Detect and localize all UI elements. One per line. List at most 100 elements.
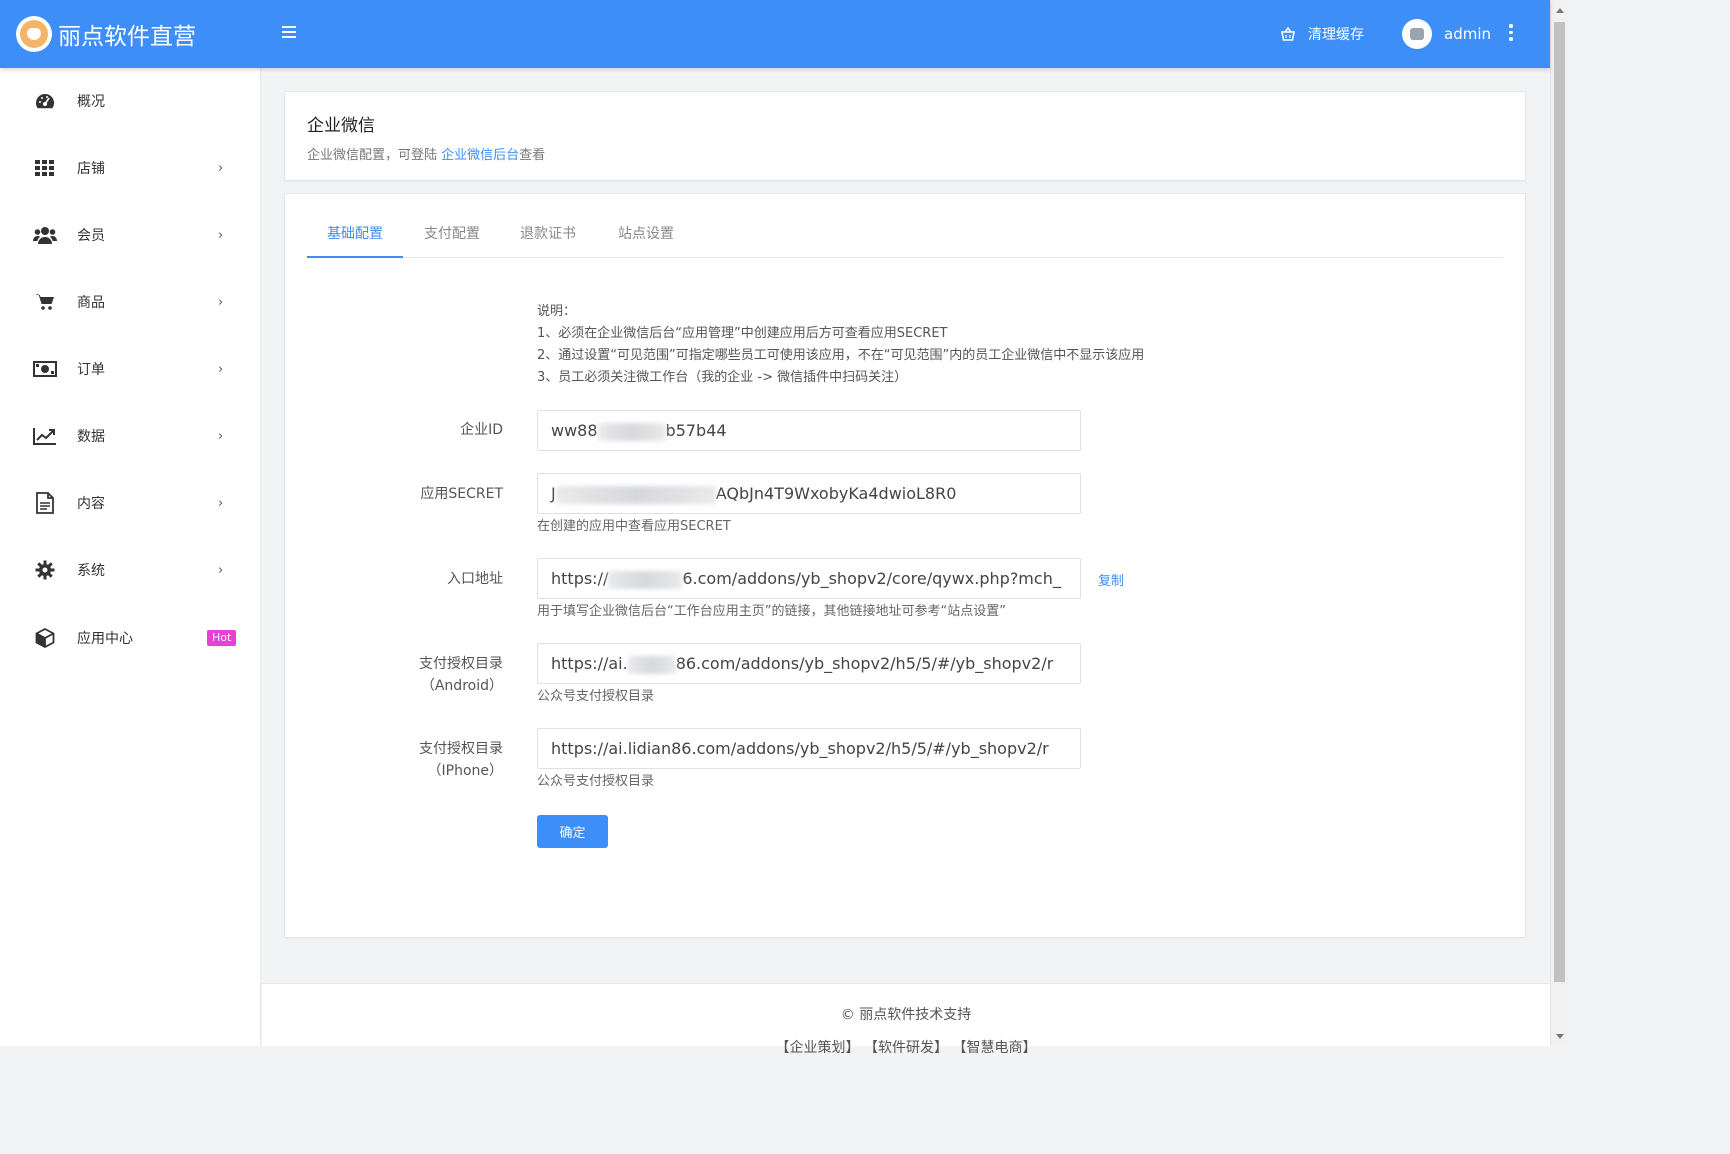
top-header: 丽点软件直营 清理缓存 admin <box>0 0 1550 68</box>
tab-payment-config[interactable]: 支付配置 <box>409 216 495 258</box>
chevron-right-icon: › <box>218 160 224 176</box>
instructions: 说明： 1、必须在企业微信后台“应用管理”中创建应用后方可查看应用SECRET … <box>537 301 1144 389</box>
sidebar-item-members[interactable]: 会员 › <box>0 215 261 255</box>
corp-id-value-start: ww88 <box>551 421 598 440</box>
cart-icon <box>33 290 57 314</box>
scroll-down-arrow-icon[interactable] <box>1556 1034 1564 1039</box>
sidebar-item-label: 数据 <box>77 429 105 445</box>
footer-copyright: © 丽点软件技术支持 <box>840 1007 972 1023</box>
config-card: 基础配置 支付配置 退款证书 站点设置 说明： 1、必须在企业微信后台“应用管理… <box>284 193 1526 938</box>
gear-icon <box>33 558 57 582</box>
pay-dir-android-field[interactable]: https://ai. 86.com/addons/yb_shopv2/h5/5/… <box>537 643 1081 684</box>
sidebar-item-overview[interactable]: 概况 <box>0 81 261 121</box>
chevron-right-icon: › <box>218 294 224 310</box>
logo-text: 丽点软件直营 <box>58 24 196 50</box>
chevron-right-icon: › <box>218 227 224 243</box>
instructions-line: 2、通过设置“可见范围”可指定哪些员工可使用该应用，不在“可见范围”内的员工企业… <box>537 348 1145 363</box>
redacted-blur <box>627 655 676 674</box>
instructions-line: 1、必须在企业微信后台“应用管理”中创建应用后方可查看应用SECRET <box>537 326 948 341</box>
sidebar-item-label: 概况 <box>77 94 105 110</box>
corp-id-field[interactable]: ww88 b57b44 <box>537 410 1081 451</box>
clear-cache-label: 清理缓存 <box>1308 27 1364 43</box>
sidebar-item-content[interactable]: 内容 › <box>0 483 261 523</box>
logo[interactable]: 丽点软件直营 <box>0 0 260 68</box>
sidebar-item-label: 商品 <box>77 295 105 311</box>
chevron-right-icon: › <box>218 361 224 377</box>
sidebar-item-label: 店铺 <box>77 161 105 177</box>
basket-icon <box>1281 27 1295 41</box>
sidebar-item-label: 订单 <box>77 362 105 378</box>
pay-dir-android-value-end: 86.com/addons/yb_shopv2/h5/5/#/yb_shopv2… <box>675 654 1054 673</box>
sidebar-item-data[interactable]: 数据 › <box>0 416 261 456</box>
hot-badge: Hot <box>207 630 237 646</box>
line-chart-icon <box>33 424 57 448</box>
redacted-blur <box>597 422 666 441</box>
sidebar-item-products[interactable]: 商品 › <box>0 282 261 322</box>
pay-dir-iphone-label-line2: （IPhone） <box>427 763 504 779</box>
sidebar-item-orders[interactable]: 订单 › <box>0 349 261 389</box>
pay-dir-android-label: 支付授权目录 （Android） <box>285 653 503 697</box>
avatar <box>1402 19 1432 49</box>
more-vertical-icon[interactable] <box>1508 24 1514 44</box>
entry-url-value-end: 6.com/addons/yb_shopv2/core/qywx.php?mch… <box>682 569 1061 588</box>
dashboard-icon <box>33 89 57 113</box>
entry-url-help: 用于填写企业微信后台“工作台应用主页”的链接，其他链接地址可参考“站点设置” <box>537 604 1006 619</box>
chevron-right-icon: › <box>218 495 224 511</box>
document-icon <box>33 491 57 515</box>
tab-site-settings[interactable]: 站点设置 <box>603 216 689 258</box>
tab-refund-certificate[interactable]: 退款证书 <box>505 216 591 258</box>
page-description-prefix: 企业微信配置，可登陆 <box>307 148 442 163</box>
corp-id-value-end: b57b44 <box>665 421 727 440</box>
scroll-up-arrow-icon[interactable] <box>1556 8 1564 13</box>
sidebar-item-label: 会员 <box>77 228 105 244</box>
tab-basic-config[interactable]: 基础配置 <box>307 216 403 258</box>
username: admin <box>1444 25 1491 43</box>
page-header-card: 企业微信 企业微信配置，可登陆 企业微信后台查看 <box>284 91 1526 181</box>
entry-url-value-start: https:// <box>551 569 609 588</box>
pay-dir-android-value-start: https://ai. <box>551 654 628 673</box>
money-icon <box>33 357 57 381</box>
sidebar-item-label: 应用中心 <box>77 631 133 647</box>
sidebar-item-app-center[interactable]: 应用中心 Hot <box>0 618 261 658</box>
user-menu[interactable]: admin <box>1402 0 1491 68</box>
pay-dir-android-help: 公众号支付授权目录 <box>537 689 655 704</box>
tab-bar: 基础配置 支付配置 退款证书 站点设置 <box>307 216 1503 258</box>
wework-admin-link[interactable]: 企业微信后台 <box>441 148 519 163</box>
sidebar-item-store[interactable]: 店铺 › <box>0 148 261 188</box>
entry-url-label: 入口地址 <box>447 571 503 587</box>
sidebar-item-system[interactable]: 系统 › <box>0 550 261 590</box>
pay-dir-android-label-line1: 支付授权目录 <box>419 656 503 672</box>
pay-dir-iphone-label: 支付授权目录 （IPhone） <box>285 738 503 782</box>
pay-dir-iphone-field[interactable]: https://ai.lidian86.com/addons/yb_shopv2… <box>537 728 1081 769</box>
corp-id-label: 企业ID <box>460 422 503 438</box>
redacted-blur <box>608 570 683 589</box>
instructions-line: 说明： <box>537 304 577 319</box>
sidebar-item-label: 内容 <box>77 496 105 512</box>
entry-url-field[interactable]: https:// 6.com/addons/yb_shopv2/core/qywx… <box>537 558 1081 599</box>
cube-icon <box>33 626 57 650</box>
submit-button[interactable]: 确定 <box>537 815 608 848</box>
secret-field[interactable]: J AQbJn4T9WxobyKa4dwioL8R0 <box>537 473 1081 514</box>
sidebar-item-label: 系统 <box>77 563 105 579</box>
clear-cache-button[interactable]: 清理缓存 <box>1280 0 1364 68</box>
footer: © 丽点软件技术支持 【企业策划】 【软件研发】 【智慧电商】 <box>262 983 1550 1056</box>
pay-dir-android-label-line2: （Android） <box>420 678 503 694</box>
chevron-right-icon: › <box>218 428 224 444</box>
sidebar: 概况 店铺 › 会员 › 商品 › 订单 › 数据 › 内容 › 系统 › 应用… <box>0 68 261 1046</box>
secret-help: 在创建的应用中查看应用SECRET <box>537 519 731 534</box>
page-description-suffix: 查看 <box>519 148 546 163</box>
grid-icon <box>33 156 57 180</box>
users-icon <box>33 223 57 247</box>
scrollbar-thumb[interactable] <box>1554 22 1565 982</box>
page-title: 企业微信 <box>307 116 375 136</box>
pay-dir-iphone-label-line1: 支付授权目录 <box>419 741 503 757</box>
page-scrollbar[interactable] <box>1550 0 1568 1046</box>
instructions-line: 3、员工必须关注微工作台（我的企业 -> 微信插件中扫码关注） <box>537 370 908 385</box>
chevron-right-icon: › <box>218 562 224 578</box>
redacted-blur <box>555 485 716 504</box>
page-description: 企业微信配置，可登陆 企业微信后台查看 <box>307 144 545 163</box>
menu-toggle-icon[interactable] <box>282 26 296 40</box>
copy-link-button[interactable]: 复制 <box>1098 570 1124 589</box>
footer-links: 【企业策划】 【软件研发】 【智慧电商】 <box>775 1040 1037 1056</box>
secret-label: 应用SECRET <box>420 486 503 502</box>
